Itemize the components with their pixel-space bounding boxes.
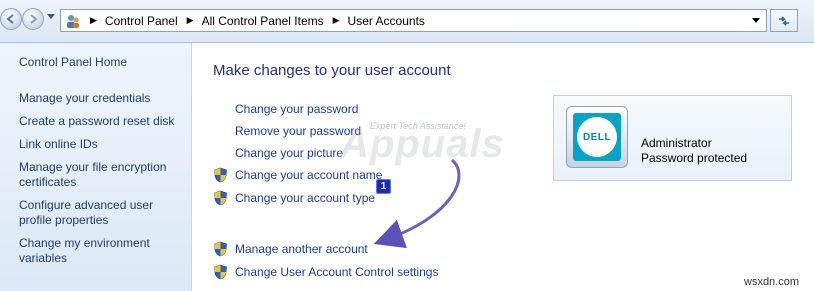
annotation-arrow bbox=[373, 158, 461, 249]
site-watermark: wsxdn.com bbox=[744, 276, 800, 288]
step-badge: 1 bbox=[376, 179, 391, 194]
